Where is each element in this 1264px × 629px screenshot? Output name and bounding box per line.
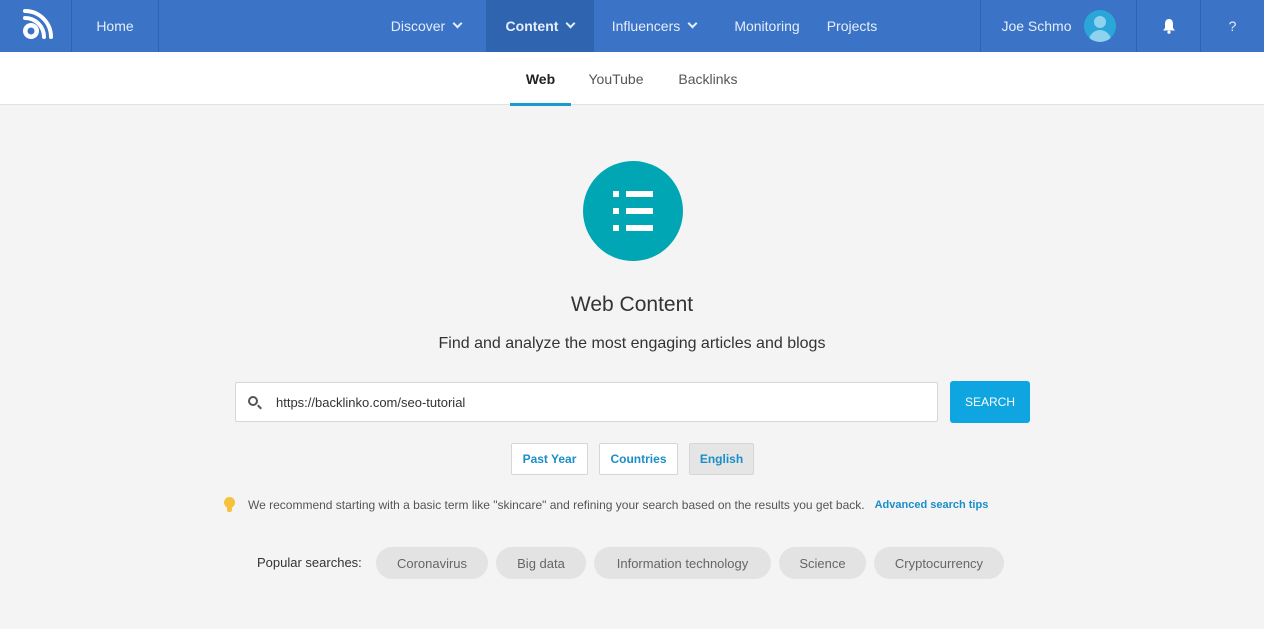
filter-countries[interactable]: Countries bbox=[599, 443, 678, 475]
nav-influencers-label: Influencers bbox=[611, 18, 681, 34]
user-name: Joe Schmo bbox=[1001, 18, 1072, 34]
popular-chip[interactable]: Coronavirus bbox=[376, 547, 488, 579]
nav-influencers[interactable]: Influencers bbox=[598, 0, 710, 52]
chevron-down-icon bbox=[452, 18, 463, 29]
popular-chip[interactable]: Cryptocurrency bbox=[874, 547, 1004, 579]
user-menu[interactable]: Joe Schmo bbox=[981, 0, 1136, 52]
advanced-search-tips-link[interactable]: Advanced search tips bbox=[875, 499, 989, 511]
nav-content[interactable]: Content bbox=[486, 0, 594, 52]
rss-logo-icon[interactable] bbox=[0, 0, 71, 52]
nav-discover[interactable]: Discover bbox=[378, 0, 474, 52]
help-icon[interactable]: ? bbox=[1201, 0, 1264, 52]
popular-chip[interactable]: Science bbox=[779, 547, 866, 579]
popular-chip[interactable]: Information technology bbox=[594, 547, 771, 579]
list-icon bbox=[583, 161, 683, 261]
nav-discover-label: Discover bbox=[390, 18, 446, 34]
search-tip: We recommend starting with a basic term … bbox=[222, 495, 988, 515]
nav-projects[interactable]: Projects bbox=[818, 0, 886, 52]
chevron-down-icon bbox=[565, 18, 576, 29]
page-title: Web Content bbox=[570, 293, 694, 316]
filter-english[interactable]: English bbox=[689, 443, 754, 475]
tab-web[interactable]: Web bbox=[510, 52, 571, 106]
tab-backlinks[interactable]: Backlinks bbox=[666, 52, 750, 105]
search-input[interactable] bbox=[276, 383, 926, 421]
bell-icon[interactable] bbox=[1137, 0, 1200, 52]
tip-text: We recommend starting with a basic term … bbox=[248, 498, 865, 512]
page-subtitle: Find and analyze the most engaging artic… bbox=[438, 335, 826, 352]
lightbulb-icon bbox=[222, 496, 236, 514]
nav-home[interactable]: Home bbox=[72, 0, 158, 52]
top-navbar: Home Discover Content Influencers Monito… bbox=[0, 0, 1264, 52]
search-box bbox=[235, 382, 938, 422]
nav-monitoring[interactable]: Monitoring bbox=[722, 0, 812, 52]
popular-searches-label: Popular searches: bbox=[257, 555, 362, 570]
avatar bbox=[1083, 10, 1116, 42]
tab-youtube[interactable]: YouTube bbox=[578, 52, 654, 105]
chevron-down-icon bbox=[687, 18, 698, 29]
popular-chip[interactable]: Big data bbox=[496, 547, 586, 579]
filter-past-year[interactable]: Past Year bbox=[511, 443, 588, 475]
search-icon bbox=[248, 396, 258, 406]
search-button[interactable]: SEARCH bbox=[950, 381, 1030, 423]
nav-content-label: Content bbox=[505, 18, 559, 34]
content-subtabs: Web YouTube Backlinks bbox=[0, 52, 1264, 106]
